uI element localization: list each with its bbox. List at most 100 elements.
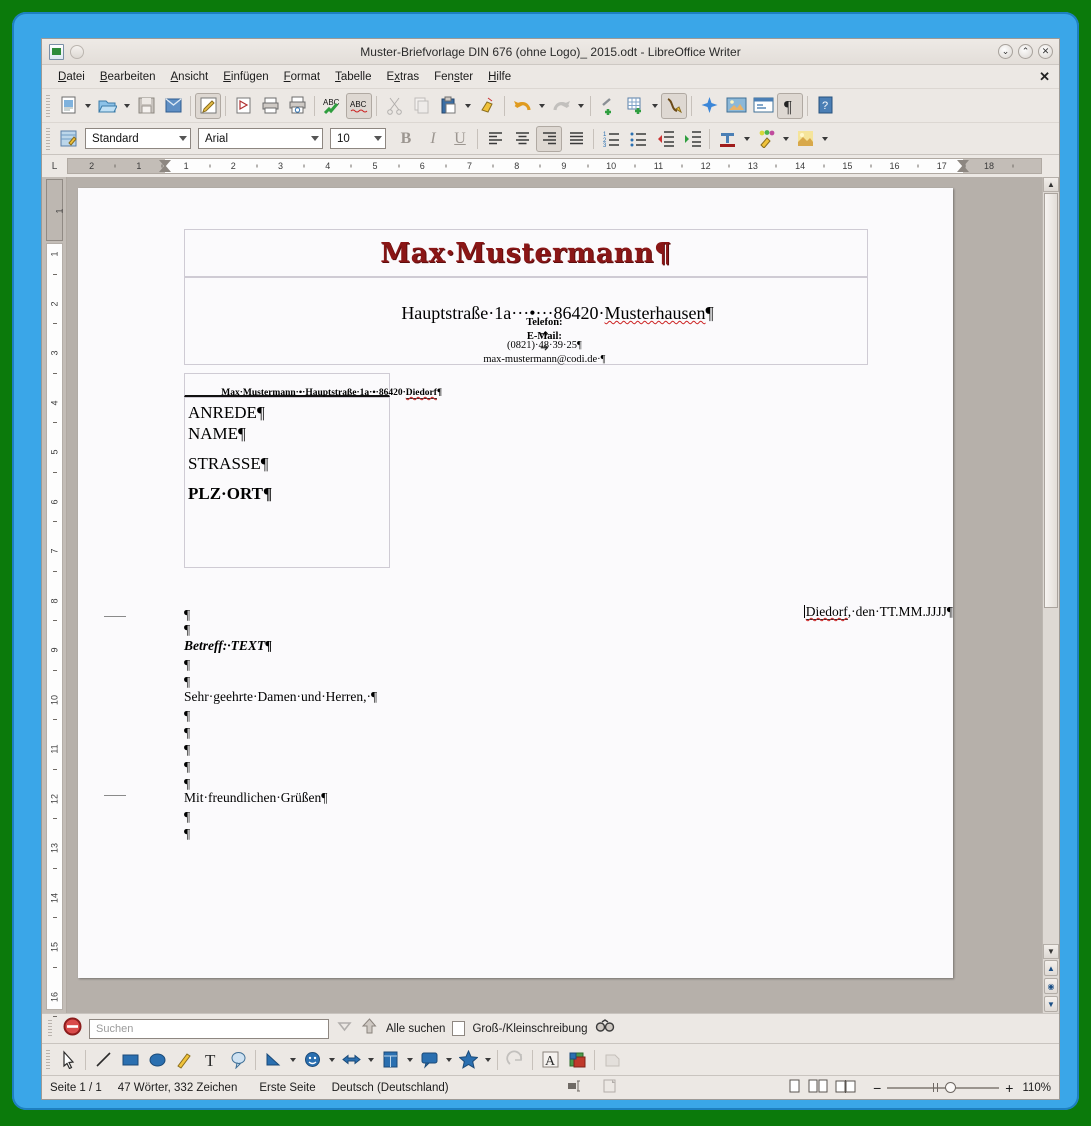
document-modified-icon[interactable] <box>603 1079 617 1096</box>
callout-icon[interactable] <box>225 1047 251 1073</box>
clone-formatting-icon[interactable] <box>474 93 500 119</box>
highlighting-color-icon[interactable] <box>753 126 779 152</box>
callout-shapes-dropdown-icon[interactable] <box>443 1047 454 1073</box>
zoom-slider-handle[interactable] <box>945 1081 957 1093</box>
text-box-icon[interactable]: T <box>198 1047 224 1073</box>
find-all-label[interactable]: Alle suchen <box>386 1023 445 1035</box>
rotate-icon[interactable] <box>502 1047 528 1073</box>
ellipse-icon[interactable] <box>144 1047 170 1073</box>
export-pdf-icon[interactable] <box>230 93 256 119</box>
new-document-icon[interactable] <box>55 93 81 119</box>
ruler-corner-tab-selector[interactable]: L <box>42 155 67 177</box>
close-document-button[interactable]: ✕ <box>1039 69 1050 85</box>
toolbar-grip[interactable] <box>46 94 50 117</box>
paste-icon[interactable] <box>435 93 461 119</box>
close-find-icon[interactable] <box>63 1017 82 1041</box>
zoom-level[interactable]: 110% <box>1022 1082 1051 1094</box>
status-page-style[interactable]: Erste Seite <box>259 1082 315 1094</box>
formatting-marks-icon[interactable]: ¶ <box>777 92 803 119</box>
align-left-icon[interactable] <box>482 126 508 152</box>
flowchart-shapes-icon[interactable] <box>377 1047 403 1073</box>
align-center-icon[interactable] <box>509 126 535 152</box>
menu-item-fenster[interactable]: Fenster <box>427 69 481 85</box>
zoom-in-button[interactable]: + <box>1005 1080 1013 1096</box>
find-next-icon[interactable] <box>336 1018 353 1040</box>
align-justified-icon[interactable] <box>563 126 589 152</box>
increase-indent-icon[interactable] <box>679 126 705 152</box>
hyperlink-icon[interactable] <box>595 93 621 119</box>
toolbar-grip[interactable] <box>48 1019 52 1038</box>
font-color-dropdown-icon[interactable] <box>741 126 752 152</box>
redo-dropdown-icon[interactable] <box>575 93 586 119</box>
navigator-button[interactable]: ◉ <box>1044 978 1058 994</box>
symbol-shapes-dropdown-icon[interactable] <box>326 1047 337 1073</box>
spelling-icon[interactable]: ABC <box>319 93 345 119</box>
window-menu-icon[interactable] <box>70 44 84 59</box>
close-button[interactable]: ✕ <box>1038 44 1053 59</box>
print-icon[interactable] <box>257 93 283 119</box>
previous-page-button[interactable]: ▲ <box>1044 960 1058 976</box>
find-and-replace-icon[interactable] <box>595 1018 615 1040</box>
search-input[interactable]: Suchen <box>89 1018 329 1039</box>
status-page[interactable]: Seite 1 / 1 <box>50 1082 102 1094</box>
redo-icon[interactable] <box>548 93 574 119</box>
draw-functions-icon[interactable] <box>661 92 687 119</box>
line-icon[interactable] <box>90 1047 116 1073</box>
from-file-icon[interactable] <box>564 1047 590 1073</box>
minimize-button[interactable]: ⌄ <box>998 44 1013 59</box>
freeform-line-icon[interactable] <box>171 1047 197 1073</box>
right-indent-marker-bottom[interactable] <box>957 165 970 172</box>
zoom-out-button[interactable]: − <box>873 1080 881 1096</box>
menu-item-hilfe[interactable]: Hilfe <box>481 69 519 85</box>
font-size-combo[interactable]: 10 <box>330 128 386 149</box>
font-color-icon[interactable] <box>714 126 740 152</box>
rectangle-icon[interactable] <box>117 1047 143 1073</box>
undo-icon[interactable] <box>509 93 535 119</box>
toolbar-grip[interactable] <box>46 127 50 150</box>
selection-mode-icon[interactable] <box>567 1079 583 1096</box>
undo-dropdown-icon[interactable] <box>536 93 547 119</box>
stars-dropdown-icon[interactable] <box>482 1047 493 1073</box>
menu-item-bearbeiten[interactable]: Bearbeiten <box>93 69 164 85</box>
underline-button[interactable]: U <box>447 126 473 152</box>
match-case-label[interactable]: Groß-/Kleinschreibung <box>472 1023 587 1035</box>
ordered-list-icon[interactable]: 123 <box>598 126 624 152</box>
save-icon[interactable] <box>133 93 159 119</box>
scrollbar-track[interactable] <box>1043 609 1059 944</box>
paragraph-style-icon[interactable] <box>55 126 81 152</box>
document-canvas[interactable]: Max·Mustermann¶ Hauptstraße·1a···•···864… <box>67 177 1042 1013</box>
match-case-checkbox[interactable] <box>452 1021 466 1036</box>
find-previous-icon[interactable] <box>360 1017 379 1041</box>
block-arrows-dropdown-icon[interactable] <box>365 1047 376 1073</box>
background-color-icon[interactable] <box>792 126 818 152</box>
menu-item-datei[interactable]: Datei <box>51 69 93 85</box>
vertical-ruler[interactable]: 1 1 2 3 4 5 6 7 8 9 10 11 12 13 14 15 16 <box>42 177 67 1018</box>
menu-item-ansicht[interactable]: Ansicht <box>164 69 217 85</box>
menu-item-einfuegen[interactable]: Einfügen <box>216 69 276 85</box>
horizontal-ruler[interactable]: 2 1 1 2 3 4 5 6 7 8 9 10 11 12 13 14 15 16 17 18 <box>67 158 1042 174</box>
toolbar-grip[interactable] <box>46 1049 50 1070</box>
vertical-scrollbar[interactable]: ▲ ▼ ▲ ◉ ▼ <box>1042 177 1059 1013</box>
insert-image-icon[interactable] <box>723 93 749 119</box>
paragraph-style-combo[interactable]: Standard <box>85 128 191 149</box>
print-preview-icon[interactable] <box>284 93 310 119</box>
left-indent-marker-bottom[interactable] <box>158 165 171 172</box>
autospellcheck-icon[interactable]: ABC <box>346 92 372 119</box>
menu-item-extras[interactable]: Extras <box>380 69 428 85</box>
next-page-button[interactable]: ▼ <box>1044 996 1058 1012</box>
insert-table-dropdown-icon[interactable] <box>649 93 660 119</box>
status-language[interactable]: Deutsch (Deutschland) <box>332 1082 449 1094</box>
block-arrows-icon[interactable] <box>338 1047 364 1073</box>
stars-icon[interactable] <box>455 1047 481 1073</box>
align-right-icon[interactable] <box>536 125 562 152</box>
decrease-indent-icon[interactable] <box>652 126 678 152</box>
bold-button[interactable]: B <box>393 126 419 152</box>
cut-icon[interactable] <box>381 93 407 119</box>
flowchart-dropdown-icon[interactable] <box>404 1047 415 1073</box>
single-page-view-icon[interactable] <box>789 1079 801 1096</box>
insert-text-box-icon[interactable] <box>750 93 776 119</box>
help-icon[interactable]: ? <box>812 93 838 119</box>
extrusion-on-off-icon[interactable] <box>599 1047 625 1073</box>
open-document-icon[interactable] <box>94 93 120 119</box>
scrollbar-thumb[interactable] <box>1044 193 1058 608</box>
